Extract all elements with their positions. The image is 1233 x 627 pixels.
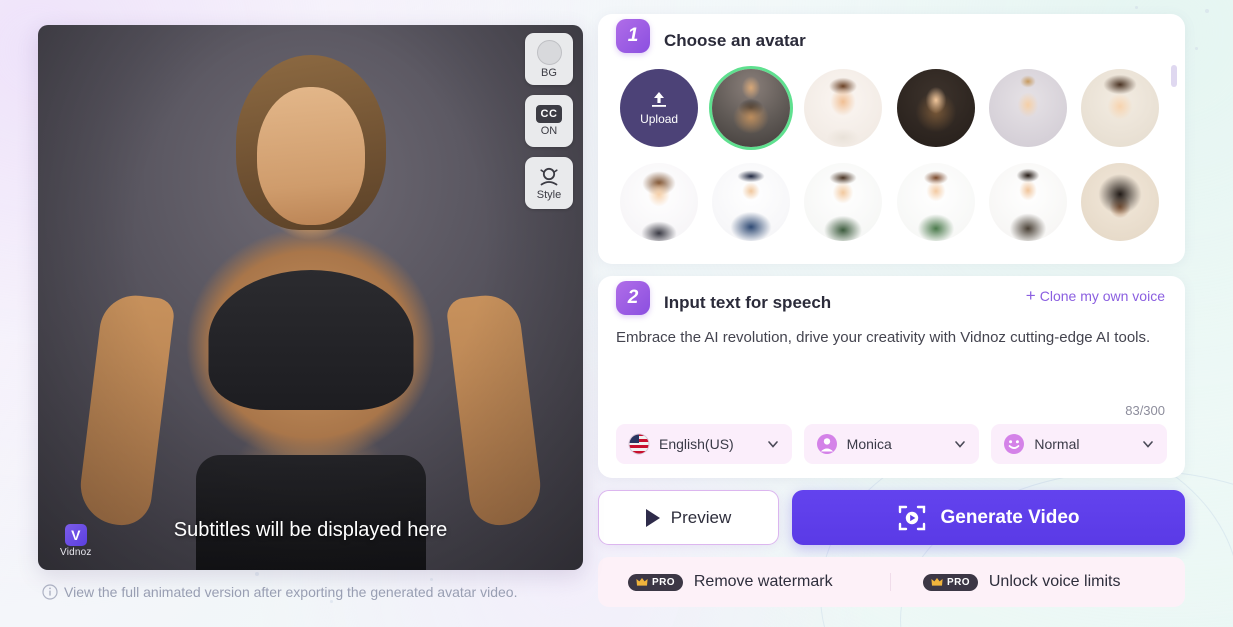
vidnoz-watermark: V Vidnoz (60, 524, 92, 558)
play-icon (645, 508, 660, 527)
step2-badge: 2 (616, 281, 650, 315)
circle-icon (536, 39, 562, 65)
bg-button[interactable]: BG (525, 33, 573, 85)
crown-icon (931, 578, 943, 586)
upload-icon (652, 92, 667, 107)
avatar-option-business-woman[interactable] (620, 163, 699, 241)
pro-badge: PRO (923, 573, 978, 591)
pro-badge-text: PRO (947, 576, 970, 588)
person-icon (816, 434, 837, 454)
step2-title: Input text for speech (664, 292, 832, 312)
plus-icon: + (1025, 286, 1036, 305)
closed-caption-icon: CC (535, 104, 563, 124)
avatar-scroll-area[interactable]: Upload (598, 53, 1185, 241)
chevron-down-icon (1143, 441, 1153, 448)
chevron-down-icon (955, 441, 966, 448)
avatar-option-muscular-woman[interactable] (712, 69, 791, 147)
remove-watermark-label: Remove watermark (693, 573, 833, 590)
step2-header: 2 Input text for speech + Clone my own v… (598, 276, 1185, 315)
video-controls: BG CC ON Style (525, 33, 573, 209)
upload-avatar-button[interactable]: Upload (620, 69, 699, 147)
pro-upsell-bar: PRO Remove watermark PRO Unlock voice li… (598, 557, 1185, 607)
speech-textarea[interactable]: Embrace the AI revolution, drive your cr… (598, 315, 1185, 403)
chevron-down-icon (767, 441, 778, 448)
export-hint: View the full animated version after exp… (42, 584, 598, 600)
avatar-option-police-officer[interactable] (712, 163, 791, 241)
editor-column: 1 Choose an avatar Upload 2 Input text f… (598, 0, 1213, 627)
crown-icon (636, 578, 648, 586)
avatar-option-florist[interactable] (896, 163, 975, 241)
clone-voice-label: Clone my own voice (1039, 287, 1165, 304)
voice-select[interactable]: Monica (803, 424, 980, 464)
avatar-option-curly-boy[interactable] (1080, 69, 1159, 147)
voice-value: Monica (846, 436, 892, 452)
cc-button[interactable]: CC ON (525, 95, 573, 147)
export-hint-text: View the full animated version after exp… (64, 584, 518, 600)
avatar-video-preview[interactable]: BG CC ON Style Subtitles will be display… (38, 25, 583, 570)
avatar-grid: Upload (620, 69, 1159, 241)
step1-header: 1 Choose an avatar (598, 14, 1185, 53)
watermark-label: Vidnoz (60, 547, 92, 558)
character-counter: 83/300 (1125, 403, 1165, 418)
smiley-icon (1004, 434, 1025, 454)
app-root: BG CC ON Style Subtitles will be display… (0, 0, 1233, 627)
emotion-value: Normal (1034, 436, 1080, 452)
pro-badge: PRO (628, 573, 683, 591)
step1-title: Choose an avatar (664, 30, 806, 50)
upload-label: Upload (640, 112, 679, 126)
info-icon (42, 584, 58, 600)
avatar-option-long-hair-woman[interactable] (896, 69, 975, 147)
action-buttons-row: Preview Generate Video (598, 490, 1185, 545)
avatar-option-afro-glasses-girl[interactable] (1080, 163, 1159, 241)
style-face-icon (540, 167, 558, 186)
video-vignette (38, 25, 583, 570)
subtitle-placeholder: Subtitles will be displayed here (173, 519, 448, 541)
avatar-option-painter[interactable] (988, 163, 1067, 241)
choose-avatar-card: 1 Choose an avatar Upload (598, 14, 1185, 264)
unlock-voice-limits-label: Unlock voice limits (988, 573, 1121, 590)
vidnoz-logo-icon: V (64, 524, 87, 546)
style-button[interactable]: Style (525, 157, 573, 209)
remove-watermark-item[interactable]: PRO Remove watermark (598, 573, 890, 591)
style-label: Style (536, 189, 562, 201)
pro-badge-text: PRO (652, 576, 675, 588)
cc-label: ON (540, 125, 558, 138)
voice-settings-row: English(US) Monica Normal (598, 424, 1185, 478)
avatar-scrollbar-thumb[interactable] (1171, 65, 1177, 87)
preview-label: Preview (670, 507, 732, 527)
avatar-option-student-glasses[interactable] (804, 163, 883, 241)
avatar-option-young-man[interactable] (804, 69, 883, 147)
step1-badge: 1 (616, 19, 650, 53)
video-capture-icon (899, 505, 926, 530)
bg-label: BG (541, 66, 557, 79)
language-value: English(US) (659, 436, 734, 452)
avatar-option-bun-woman[interactable] (988, 69, 1067, 147)
generate-video-button[interactable]: Generate Video (792, 490, 1185, 545)
emotion-select[interactable]: Normal (991, 424, 1168, 464)
clone-voice-link[interactable]: + Clone my own voice (1026, 287, 1165, 304)
input-text-card: 2 Input text for speech + Clone my own v… (598, 276, 1185, 478)
unlock-voice-limits-item[interactable]: PRO Unlock voice limits (890, 573, 1185, 591)
generate-video-label: Generate Video (940, 506, 1080, 528)
video-preview-column: BG CC ON Style Subtitles will be display… (0, 0, 598, 627)
us-flag-icon (628, 433, 650, 455)
preview-button[interactable]: Preview (598, 490, 779, 545)
language-select[interactable]: English(US) (616, 424, 792, 464)
